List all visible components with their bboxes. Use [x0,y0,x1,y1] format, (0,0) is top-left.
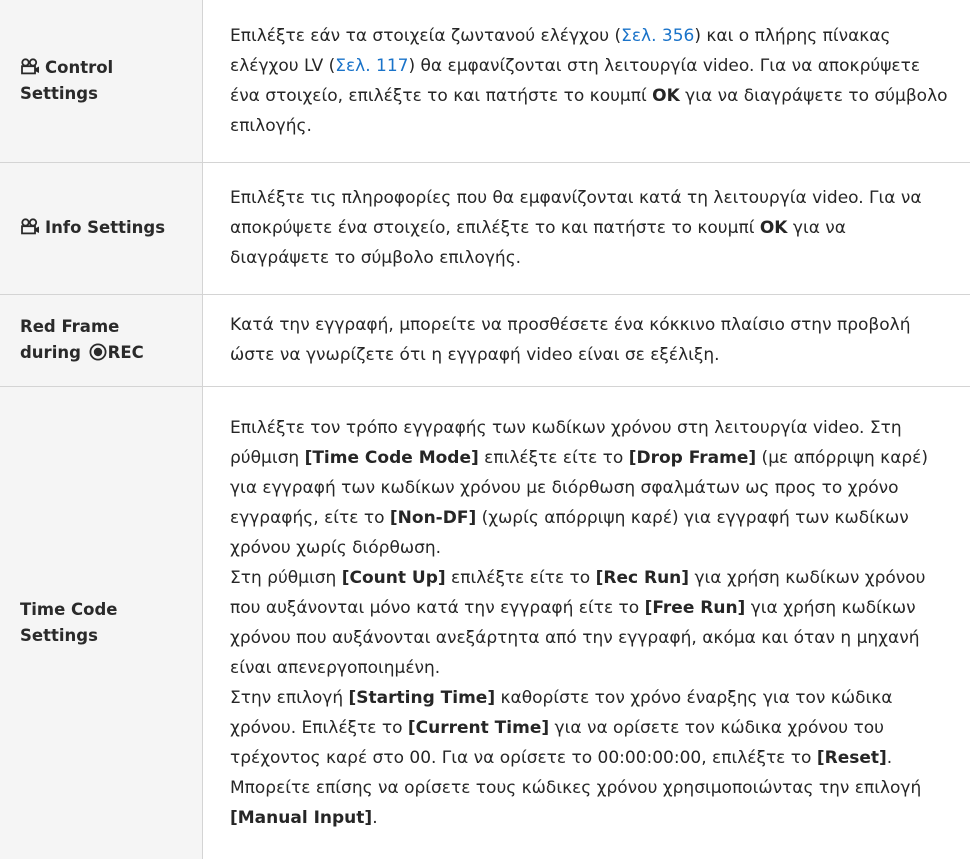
record-icon [89,343,107,361]
setting-description: Επιλέξτε εάν τα στοιχεία ζωντανού ελέγχο… [203,21,970,141]
option-name: [Starting Time] [348,687,496,708]
description-text: επιλέξτε είτε το [445,567,596,588]
option-name: [Manual Input] [230,807,373,828]
setting-description: Επιλέξτε τον τρόπο εγγραφής των κωδίκων … [203,413,970,833]
table-row-red-frame: Red Frame during REC Κατά την εγγραφή, μ… [0,294,970,386]
page-link-117[interactable]: Σελ. 117 [335,56,408,76]
ok-button-label: OK [759,218,788,238]
setting-name-line2: during REC [20,340,184,366]
description-text: επιλέξτε είτε το [478,447,629,468]
option-name: [Reset] [816,747,887,768]
setting-description: Κατά την εγγραφή, μπορείτε να προσθέσετε… [230,315,911,365]
setting-description-cell: Επιλέξτε τις πληροφορίες που θα εμφανίζο… [203,162,970,294]
option-name: [Non-DF] [389,507,477,528]
page-link-356[interactable]: Σελ. 356 [621,26,694,46]
ok-button-label: OK [652,85,680,106]
setting-description-cell: Επιλέξτε εάν τα στοιχεία ζωντανού ελέγχο… [203,0,970,162]
setting-name-prefix: during [20,343,87,362]
settings-table: Control Settings Επιλέξτε εάν τα στοιχεί… [0,0,970,859]
option-name: [Current Time] [407,717,550,738]
option-name: [Count Up] [341,567,446,588]
setting-description-cell: Κατά την εγγραφή, μπορείτε να προσθέσετε… [203,294,970,386]
description-paragraph: Στην επιλογή [Starting Time] καθορίστε τ… [230,683,948,833]
table-row-time-code: Time Code Settings Επιλέξτε τον τρόπο εγ… [0,386,970,859]
setting-name-suffix: REC [107,343,144,362]
setting-description: Επιλέξτε τις πληροφορίες που θα εμφανίζο… [203,183,970,273]
option-name: [Time Code Mode] [304,447,479,468]
settings-page: Control Settings Επιλέξτε εάν τα στοιχεί… [0,0,970,859]
movie-icon [21,218,39,235]
setting-name-cell: Time Code Settings [0,386,203,859]
table-row-control-settings: Control Settings Επιλέξτε εάν τα στοιχεί… [0,0,970,162]
description-text: . [372,807,378,828]
description-text: Στη ρύθμιση [230,567,342,588]
setting-name: Info Settings [45,218,166,237]
description-text: Επιλέξτε εάν τα στοιχεία ζωντανού ελέγχο… [230,25,622,46]
setting-name-cell: Control Settings [0,0,203,162]
option-name: [Drop Frame] [628,447,757,468]
movie-icon [21,58,39,75]
setting-description-cell: Επιλέξτε τον τρόπο εγγραφής των κωδίκων … [203,386,970,859]
option-name: [Free Run] [644,597,746,618]
setting-name: Time Code Settings [20,599,118,645]
setting-name-line1: Red Frame [20,317,120,336]
description-text: Στην επιλογή [230,687,349,708]
description-paragraph: Επιλέξτε τον τρόπο εγγραφής των κωδίκων … [230,413,948,563]
setting-name-cell: Info Settings [0,162,203,294]
option-name: [Rec Run] [595,567,690,588]
setting-name-cell: Red Frame during REC [0,294,203,386]
table-row-info-settings: Info Settings Επιλέξτε τις πληροφορίες π… [0,162,970,294]
description-paragraph: Στη ρύθμιση [Count Up] επιλέξτε είτε το … [230,563,948,683]
